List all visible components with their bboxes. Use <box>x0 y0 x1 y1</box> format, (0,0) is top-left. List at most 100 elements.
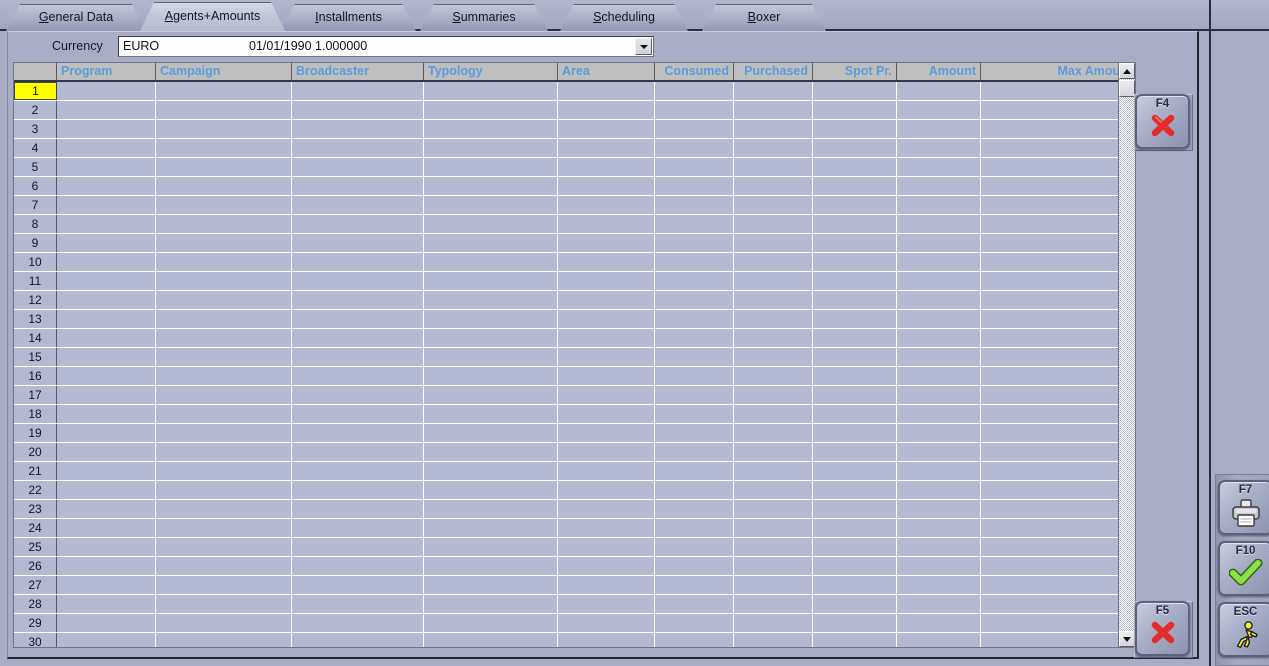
row-number[interactable]: 15 <box>14 348 57 366</box>
grid-cell[interactable] <box>424 462 558 480</box>
grid-cell[interactable] <box>292 158 424 176</box>
grid-cell[interactable] <box>292 538 424 556</box>
grid-cell[interactable] <box>981 348 1135 366</box>
grid-cell[interactable] <box>292 519 424 537</box>
table-row[interactable]: 2 <box>14 101 1135 120</box>
table-row[interactable]: 7 <box>14 196 1135 215</box>
grid-cell[interactable] <box>813 348 897 366</box>
grid-cell[interactable] <box>981 443 1135 461</box>
grid-cell[interactable] <box>734 158 813 176</box>
grid-cell[interactable] <box>655 462 734 480</box>
grid-cell[interactable] <box>424 139 558 157</box>
grid-cell[interactable] <box>897 215 981 233</box>
table-row[interactable]: 15 <box>14 348 1135 367</box>
grid-cell[interactable] <box>57 500 156 518</box>
table-row[interactable]: 25 <box>14 538 1135 557</box>
grid-cell[interactable] <box>558 139 655 157</box>
grid-body[interactable]: 1 2 3 4 5 6 7 8 9 10 11 12 13 14 15 16 17 18 19 20 21 22 23 24 2… <box>14 82 1135 647</box>
grid-cell[interactable] <box>981 291 1135 309</box>
table-row[interactable]: 3 <box>14 120 1135 139</box>
row-number[interactable]: 11 <box>14 272 57 290</box>
grid-cell[interactable] <box>156 253 292 271</box>
grid-cell[interactable] <box>655 557 734 575</box>
grid-cell[interactable] <box>558 120 655 138</box>
column-header-amount[interactable]: Amount <box>897 63 981 80</box>
grid-cell[interactable] <box>558 633 655 647</box>
grid-cell[interactable] <box>655 595 734 613</box>
grid-cell[interactable] <box>813 139 897 157</box>
table-row[interactable]: 4 <box>14 139 1135 158</box>
row-number[interactable]: 24 <box>14 519 57 537</box>
grid-cell[interactable] <box>981 310 1135 328</box>
grid-cell[interactable] <box>292 82 424 100</box>
grid-cell[interactable] <box>424 519 558 537</box>
grid-cell[interactable] <box>813 272 897 290</box>
grid-cell[interactable] <box>424 158 558 176</box>
grid-cell[interactable] <box>292 272 424 290</box>
grid-cell[interactable] <box>981 177 1135 195</box>
row-number[interactable]: 6 <box>14 177 57 195</box>
grid-cell[interactable] <box>813 595 897 613</box>
grid-cell[interactable] <box>897 348 981 366</box>
tab-scheduling[interactable]: Scheduling <box>560 4 688 31</box>
grid-cell[interactable] <box>655 614 734 632</box>
grid-cell[interactable] <box>981 614 1135 632</box>
grid-cell[interactable] <box>424 253 558 271</box>
grid-cell[interactable] <box>897 291 981 309</box>
grid-cell[interactable] <box>981 538 1135 556</box>
grid-cell[interactable] <box>655 443 734 461</box>
grid-cell[interactable] <box>424 443 558 461</box>
grid-cell[interactable] <box>897 557 981 575</box>
grid-cell[interactable] <box>734 557 813 575</box>
grid-cell[interactable] <box>558 500 655 518</box>
row-number[interactable]: 3 <box>14 120 57 138</box>
table-row[interactable]: 8 <box>14 215 1135 234</box>
grid-cell[interactable] <box>156 481 292 499</box>
tab-agents-amounts[interactable]: Agents+Amounts <box>140 2 285 31</box>
grid-cell[interactable] <box>424 557 558 575</box>
grid-cell[interactable] <box>292 576 424 594</box>
tab-installments[interactable]: Installments <box>281 4 416 31</box>
row-number[interactable]: 8 <box>14 215 57 233</box>
row-number[interactable]: 29 <box>14 614 57 632</box>
grid-cell[interactable] <box>424 405 558 423</box>
grid-cell[interactable] <box>655 120 734 138</box>
grid-cell[interactable] <box>156 158 292 176</box>
table-row[interactable]: 27 <box>14 576 1135 595</box>
grid-cell[interactable] <box>292 101 424 119</box>
grid-cell[interactable] <box>897 386 981 404</box>
grid-cell[interactable] <box>156 595 292 613</box>
grid-cell[interactable] <box>813 576 897 594</box>
row-number[interactable]: 23 <box>14 500 57 518</box>
grid-cell[interactable] <box>424 196 558 214</box>
grid-cell[interactable] <box>813 519 897 537</box>
grid-cell[interactable] <box>292 481 424 499</box>
grid-cell[interactable] <box>558 101 655 119</box>
grid-cell[interactable] <box>897 519 981 537</box>
row-number[interactable]: 30 <box>14 633 57 647</box>
grid-cell[interactable] <box>156 329 292 347</box>
grid-cell[interactable] <box>981 557 1135 575</box>
column-header-program[interactable]: Program <box>57 63 156 80</box>
grid-cell[interactable] <box>424 386 558 404</box>
grid-cell[interactable] <box>57 234 156 252</box>
row-number[interactable]: 1 <box>14 82 57 100</box>
grid-cell[interactable] <box>57 196 156 214</box>
grid-cell[interactable] <box>813 500 897 518</box>
grid-cell[interactable] <box>734 633 813 647</box>
grid-cell[interactable] <box>734 101 813 119</box>
grid-cell[interactable] <box>734 139 813 157</box>
grid-cell[interactable] <box>424 633 558 647</box>
grid-cell[interactable] <box>558 310 655 328</box>
grid-cell[interactable] <box>897 443 981 461</box>
table-row[interactable]: 22 <box>14 481 1135 500</box>
table-row[interactable]: 17 <box>14 386 1135 405</box>
grid-cell[interactable] <box>734 196 813 214</box>
grid-cell[interactable] <box>981 519 1135 537</box>
grid-cell[interactable] <box>424 101 558 119</box>
grid-cell[interactable] <box>813 367 897 385</box>
grid-cell[interactable] <box>897 120 981 138</box>
grid-cell[interactable] <box>655 405 734 423</box>
row-number[interactable]: 18 <box>14 405 57 423</box>
grid-cell[interactable] <box>897 367 981 385</box>
